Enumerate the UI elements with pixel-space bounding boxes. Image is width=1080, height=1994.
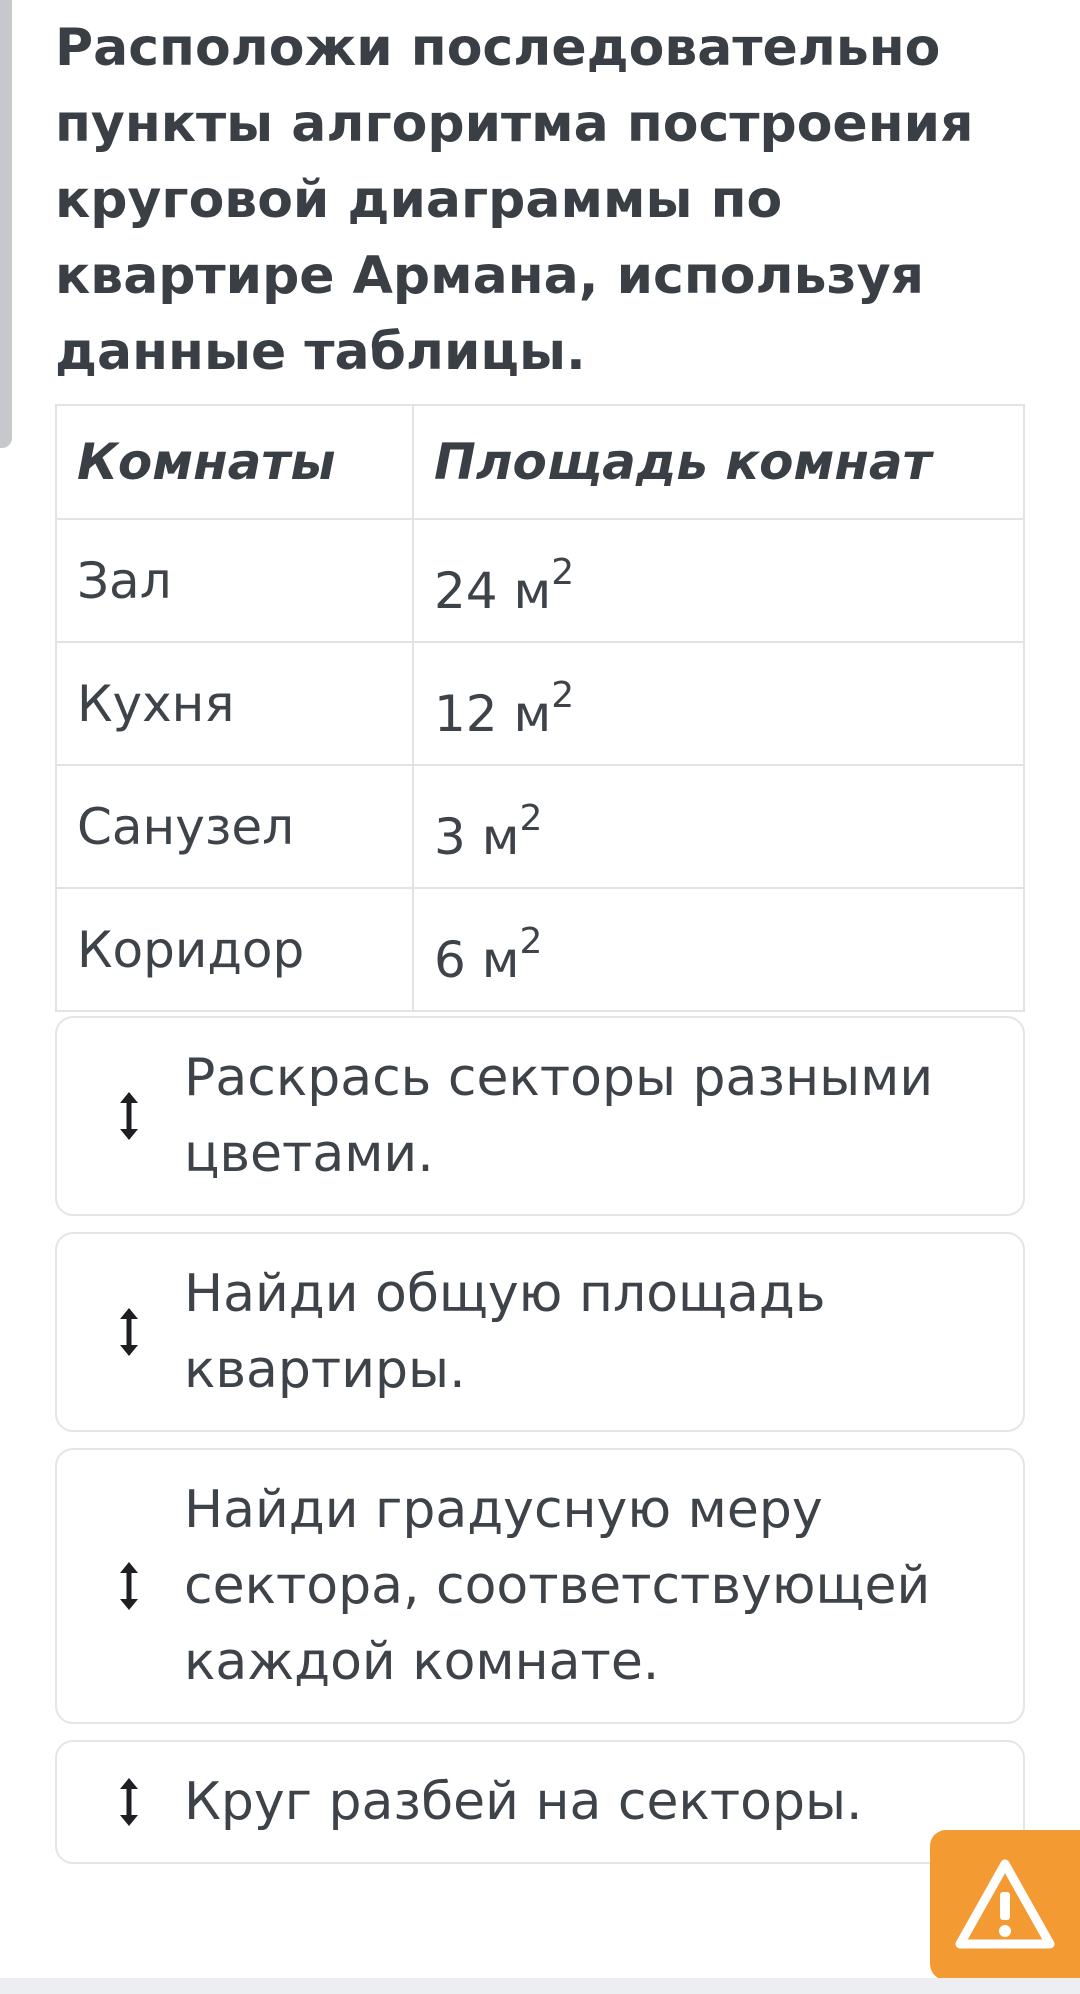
column-header-area: Площадь комнат xyxy=(412,404,1025,520)
step-text: Круг разбей на секторы. xyxy=(184,1772,863,1832)
sortable-step-item[interactable]: Круг разбей на секторы. xyxy=(55,1740,1025,1864)
step-text: Раскрась секторы разными цветами. xyxy=(184,1048,934,1184)
sortable-step-item[interactable]: Раскрась секторы разными цветами. xyxy=(55,1016,1025,1216)
left-edge-scroll-bar xyxy=(0,0,12,448)
area-value: 24 м xyxy=(434,561,552,620)
table-row: Коридор 6 м2 xyxy=(55,887,1025,1012)
table-row: Кухня 12 м2 xyxy=(55,641,1025,766)
room-name-cell: Зал xyxy=(55,518,414,643)
room-area-table: Комнаты Площадь комнат Зал 24 м2 Кухня 1… xyxy=(55,404,1025,1012)
area-unit-exponent: 2 xyxy=(519,920,543,962)
room-name-cell: Коридор xyxy=(55,887,414,1012)
vertical-drag-arrows-icon[interactable] xyxy=(117,1090,141,1142)
room-area-cell: 3 м2 xyxy=(412,764,1025,889)
step-text: Найди общую площадь квартиры. xyxy=(184,1264,826,1400)
room-area-cell: 24 м2 xyxy=(412,518,1025,643)
table-row: Санузел 3 м2 xyxy=(55,764,1025,889)
bottom-edge-strip xyxy=(0,1978,1080,1994)
question-text: Расположи последовательно пункты алгорит… xyxy=(55,18,974,382)
vertical-drag-arrows-icon[interactable] xyxy=(117,1776,141,1828)
warning-icon xyxy=(955,1859,1055,1949)
table-header-row: Комнаты Площадь комнат xyxy=(55,404,1025,520)
table-row: Зал 24 м2 xyxy=(55,518,1025,643)
area-unit-exponent: 2 xyxy=(551,551,575,593)
area-value: 3 м xyxy=(434,807,520,866)
sortable-step-item[interactable]: Найди градусную меру сектора, соответств… xyxy=(55,1448,1025,1724)
area-value: 6 м xyxy=(434,930,520,989)
room-area-cell: 6 м2 xyxy=(412,887,1025,1012)
area-unit-exponent: 2 xyxy=(519,797,543,839)
room-name-cell: Кухня xyxy=(55,641,414,766)
room-name-cell: Санузел xyxy=(55,764,414,889)
room-area-cell: 12 м2 xyxy=(412,641,1025,766)
column-header-rooms: Комнаты xyxy=(55,404,414,520)
report-problem-button[interactable] xyxy=(930,1830,1080,1980)
area-unit-exponent: 2 xyxy=(551,674,575,716)
vertical-drag-arrows-icon[interactable] xyxy=(117,1306,141,1358)
sortable-step-item[interactable]: Найди общую площадь квартиры. xyxy=(55,1232,1025,1432)
vertical-drag-arrows-icon[interactable] xyxy=(117,1560,141,1612)
step-text: Найди градусную меру сектора, соответств… xyxy=(184,1480,931,1692)
area-value: 12 м xyxy=(434,684,552,743)
